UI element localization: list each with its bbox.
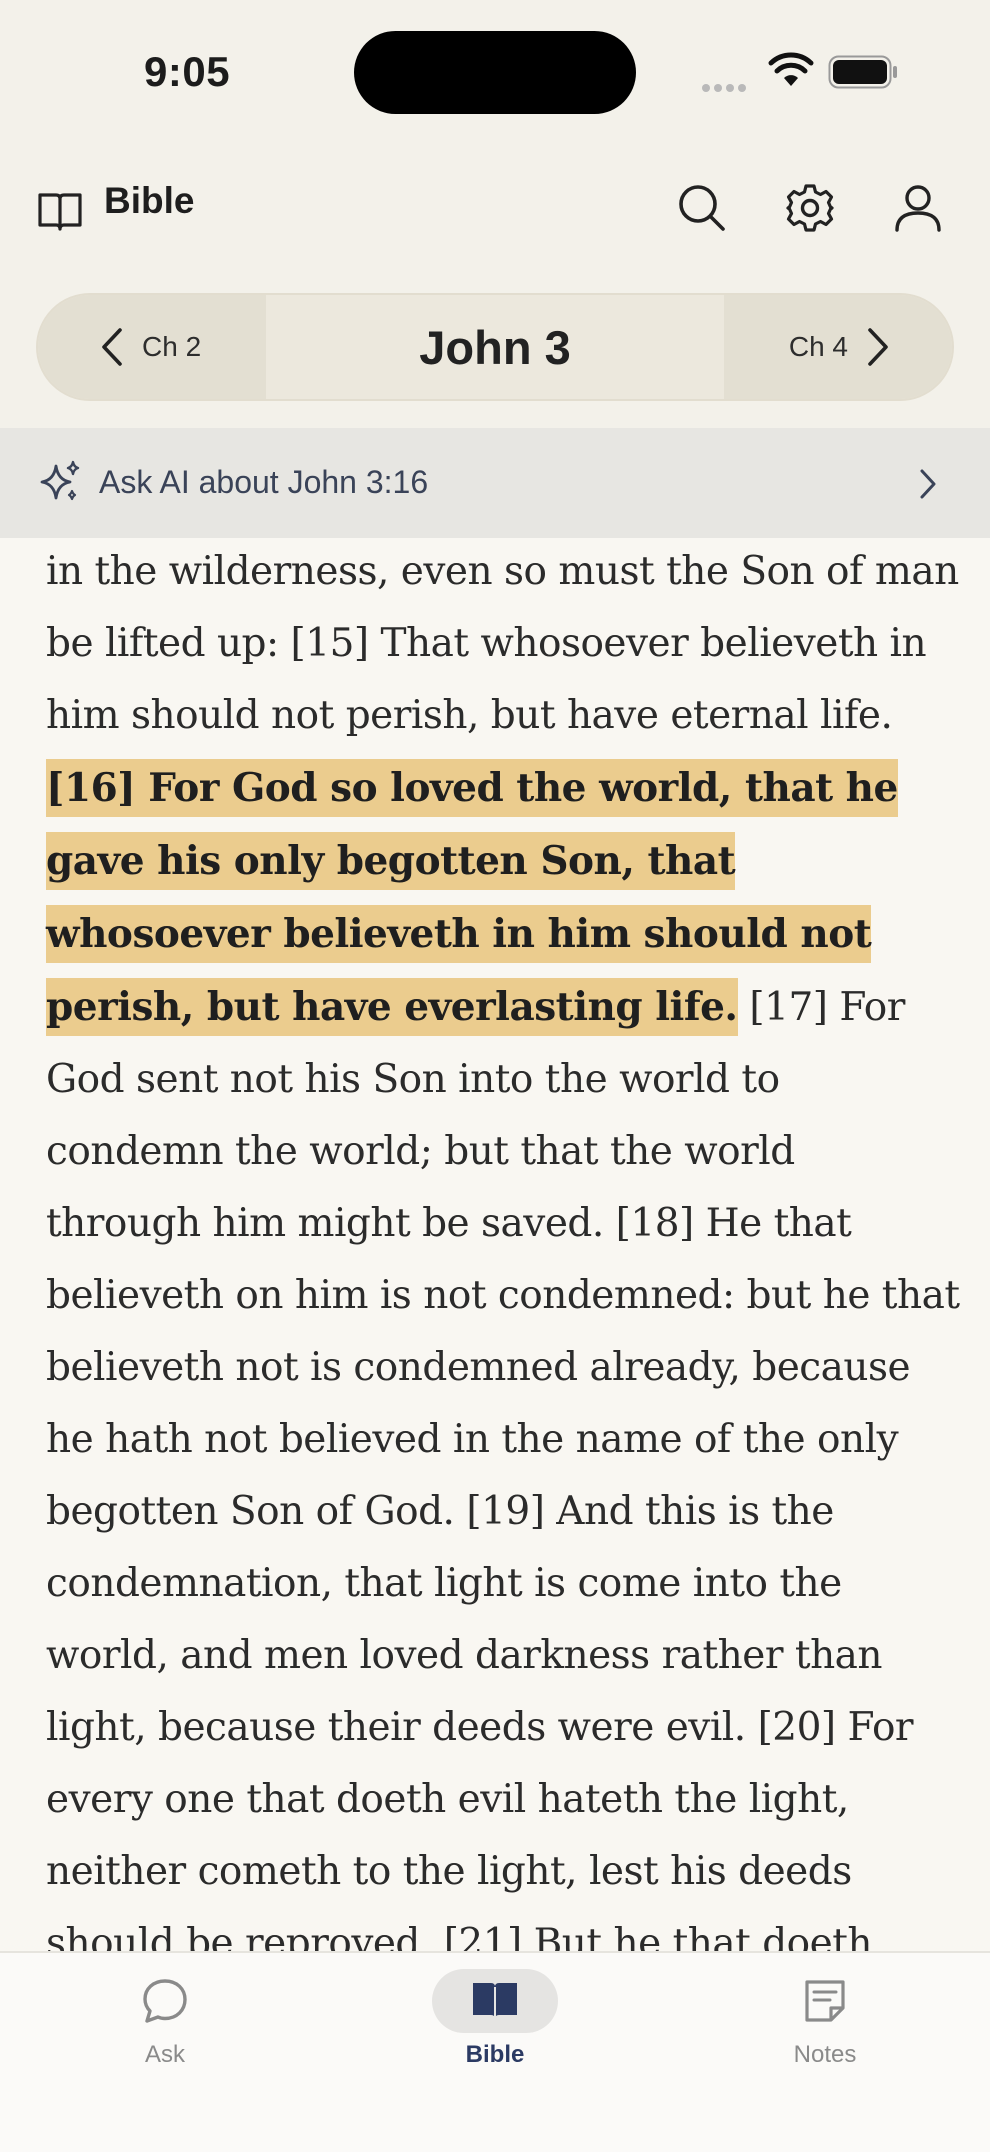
search-button[interactable] (670, 176, 734, 240)
next-chapter-button[interactable]: Ch 4 (724, 295, 952, 399)
bottom-tab-bar: Ask Bible Notes (0, 1951, 990, 2152)
current-chapter-title[interactable]: John 3 (266, 295, 724, 399)
tab-ask-label: Ask (144, 2041, 185, 2068)
tab-bible-label: Bible (465, 2041, 525, 2068)
tab-icon-container (102, 1969, 228, 2033)
wifi-icon (768, 52, 814, 86)
status-time: 9:05 (144, 48, 231, 95)
page-title: Bible (104, 180, 195, 221)
chevron-right-icon (920, 469, 936, 499)
cellular-signal-icon (702, 79, 750, 97)
scripture-view[interactable]: in the wilderness, even so must the Son … (0, 538, 990, 1951)
gear-icon (786, 184, 834, 232)
battery-icon (828, 55, 897, 89)
book-icon (38, 193, 82, 231)
verse-text[interactable]: [17] For God sent not his Son into the w… (46, 985, 960, 1951)
ask-ai-label: Ask AI about John 3:16 (99, 464, 429, 500)
status-bar: 9:05 (0, 0, 990, 150)
tab-ask[interactable]: Ask (65, 1969, 265, 2069)
dynamic-island (354, 31, 636, 114)
tab-notes[interactable]: Notes (725, 1969, 925, 2069)
profile-button[interactable] (886, 176, 950, 240)
chevron-right-icon (868, 328, 888, 366)
person-icon (895, 185, 941, 232)
chevron-left-icon (102, 328, 122, 366)
tab-icon-container (762, 1969, 888, 2033)
tab-bible[interactable]: Bible (395, 1969, 595, 2069)
tab-icon-container (432, 1969, 558, 2033)
verse-text[interactable]: in the wilderness, even so must the Son … (46, 549, 959, 738)
ask-ai-banner[interactable]: Ask AI about John 3:16 (0, 428, 990, 538)
open-book-icon (473, 1983, 517, 2019)
previous-chapter-button[interactable]: Ch 2 (38, 295, 266, 399)
tab-notes-label: Notes (793, 2041, 857, 2068)
search-icon (679, 185, 725, 231)
notes-icon (805, 1980, 845, 2022)
chapter-nav-bar: Ch 2 John 3 Ch 4 (0, 280, 990, 428)
passage-text: in the wilderness, even so must the Son … (46, 538, 960, 1951)
sparkle-icon (40, 460, 80, 501)
chat-bubble-icon (143, 1979, 187, 2023)
app-header: Bible (0, 150, 990, 280)
next-chapter-label: Ch 4 (788, 331, 848, 362)
previous-chapter-label: Ch 2 (142, 331, 202, 362)
chapter-navigator: Ch 2 John 3 Ch 4 (36, 293, 954, 401)
settings-button[interactable] (778, 176, 842, 240)
